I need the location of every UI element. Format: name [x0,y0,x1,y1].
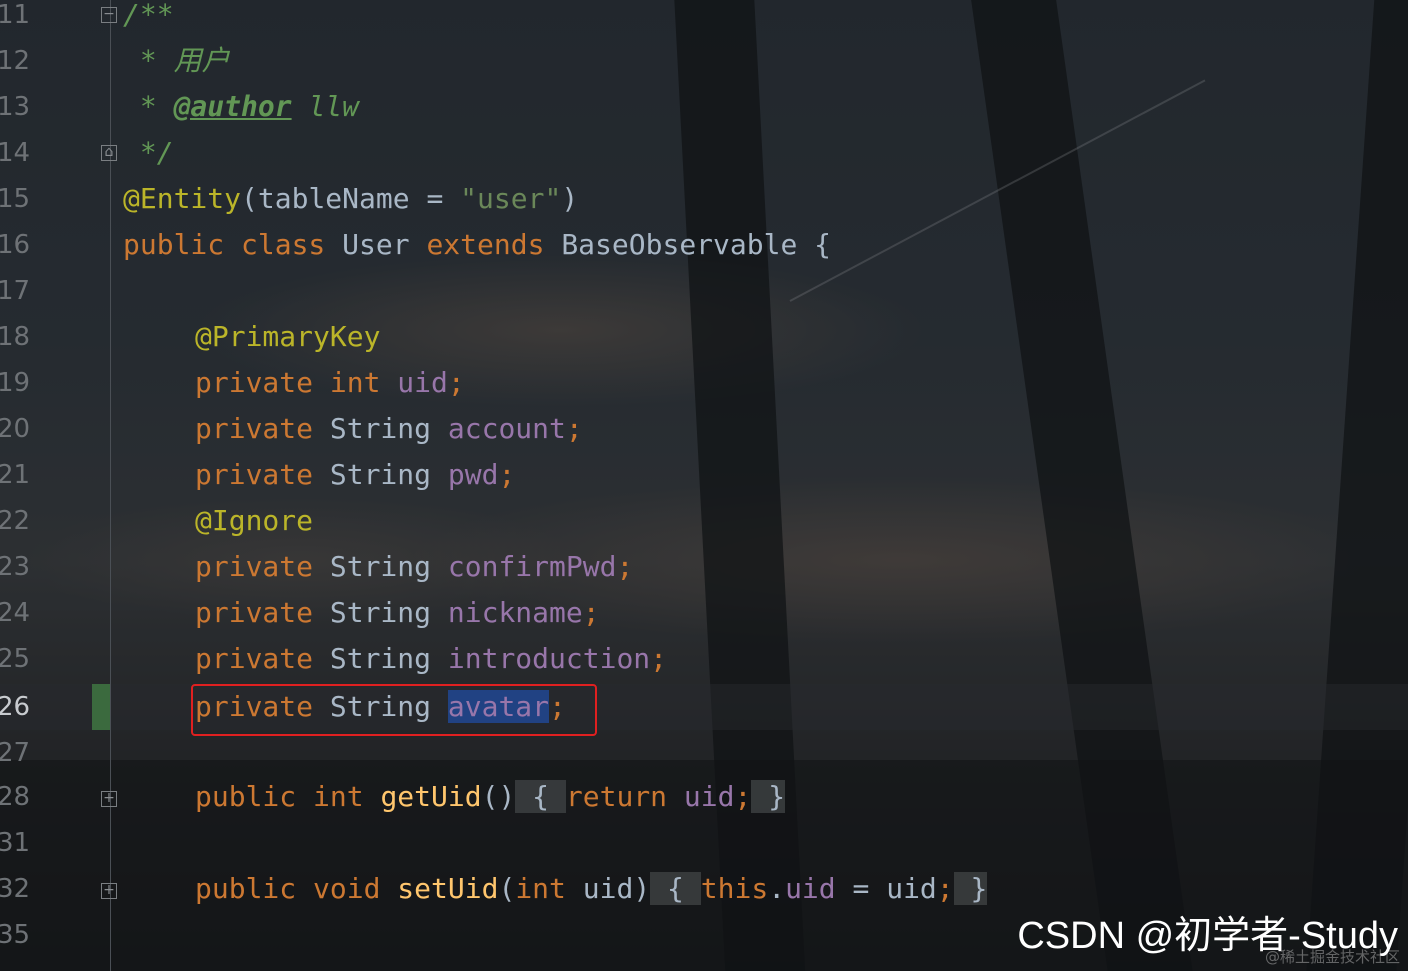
line-number: 20 [0,414,31,444]
code-line: 16 public class User extends BaseObserva… [0,222,1408,268]
line-number: 16 [0,230,31,260]
code-line: 19 private int uid; [0,360,1408,406]
folded-region[interactable]: { [650,872,701,905]
line-number: 14 [0,138,31,168]
line-number: 19 [0,368,31,398]
folded-region[interactable]: } [751,780,786,813]
code-line: 25 private String introduction; [0,636,1408,682]
code-text: private String nickname; [195,596,600,629]
fold-end-icon[interactable]: ⌂ [101,145,117,161]
code-text: public void setUid(int uid) { this.uid =… [195,872,988,905]
line-number: 15 [0,184,31,214]
fold-expand-icon[interactable]: + [101,791,117,807]
code-text: private String confirmPwd; [195,550,634,583]
line-number: 32 [0,874,31,904]
code-line: 12 * 用户 [0,38,1408,84]
code-line: 18 @PrimaryKey [0,314,1408,360]
code-line: 11 − /** [0,0,1408,38]
line-number: 31 [0,828,31,858]
line-number: 17 [0,276,31,306]
line-number: 24 [0,598,31,628]
csdn-watermark: CSDN @初学者-Study [1017,915,1398,957]
code-line: 15 @Entity(tableName = "user") [0,176,1408,222]
line-number: 22 [0,506,31,536]
code-line: 23 private String confirmPwd; [0,544,1408,590]
code-line: 14 ⌂ */ [0,130,1408,176]
code-text: private String introduction; [195,642,668,675]
code-text: @PrimaryKey [195,320,381,353]
code-line: 17 [0,268,1408,314]
javadoc-author-tag[interactable]: @author [174,90,292,123]
code-text: @Ignore [195,504,314,537]
line-number: 27 [0,738,31,768]
code-line: 13 * @author llw [0,84,1408,130]
code-line: 31 [0,820,1408,866]
line-number: 23 [0,552,31,582]
line-number: 21 [0,460,31,490]
code-editor[interactable]: 11 − /** 12 * 用户 13 * @author llw 14 ⌂ *… [0,0,1408,971]
code-line: 28 + public int getUid() { return uid; } [0,774,1408,820]
line-number: 35 [0,920,31,950]
code-text: private String account; [195,412,583,445]
line-number: 13 [0,92,31,122]
annotation-highlight-box [191,684,597,736]
folded-region[interactable]: { [515,780,566,813]
code-line: 21 private String pwd; [0,452,1408,498]
line-number: 28 [0,782,31,812]
code-line: 24 private String nickname; [0,590,1408,636]
line-number: 18 [0,322,31,352]
code-text: private String pwd; [195,458,516,491]
code-text: * 用户 [123,44,230,77]
fold-expand-icon[interactable]: + [101,883,117,899]
code-text: public class User extends BaseObservable… [123,228,832,261]
code-text: */ [123,136,174,169]
code-text: public int getUid() { return uid; } [195,780,786,813]
code-text: @Entity(tableName = "user") [123,182,579,215]
line-number: 25 [0,644,31,674]
line-number: 11 [0,0,31,30]
code-text: /** [123,0,174,31]
line-number: 26 [0,692,31,722]
folded-region[interactable]: } [953,872,988,905]
code-text: * @author llw [123,90,360,123]
code-line: 20 private String account; [0,406,1408,452]
fold-collapse-icon[interactable]: − [101,7,117,23]
line-number: 12 [0,46,31,76]
code-text: private int uid; [195,366,465,399]
code-line: 22 @Ignore [0,498,1408,544]
code-line: 27 [0,730,1408,776]
